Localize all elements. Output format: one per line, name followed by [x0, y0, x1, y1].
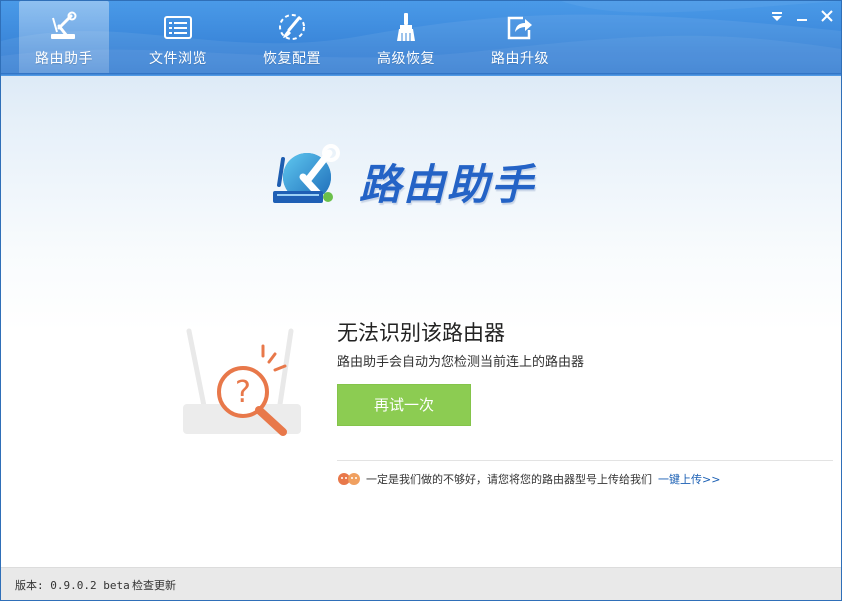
tab-router-upgrade[interactable]: 路由升级 — [475, 1, 565, 73]
tab-file-browse[interactable]: 文件浏览 — [133, 1, 223, 73]
sad-faces-icon — [338, 473, 360, 485]
router-search-illustration: ? — [183, 328, 301, 436]
tab-label: 路由助手 — [35, 51, 93, 67]
restore-brush-icon — [279, 14, 305, 40]
check-update-link[interactable]: 检查更新 — [132, 577, 176, 593]
minimize-icon[interactable] — [793, 7, 811, 25]
tab-label: 恢复配置 — [263, 51, 321, 67]
app-window: 路由助手 文件浏览 恢复配置 高级恢复 路由升级 路由助手 ? 无法识别该路由器… — [0, 0, 842, 601]
top-nav-bar: 路由助手 文件浏览 恢复配置 高级恢复 路由升级 — [1, 1, 841, 76]
error-title: 无法识别该路由器 — [337, 321, 505, 345]
tab-label: 文件浏览 — [149, 51, 207, 67]
feedback-text: 一定是我们做的不够好，请您将您的路由器型号上传给我们 — [366, 473, 652, 486]
advanced-brush-icon — [397, 13, 415, 41]
tab-label: 高级恢复 — [377, 51, 435, 67]
svg-text:?: ? — [235, 375, 251, 410]
status-bar: 版本: 0.9.0.2 beta 检查更新 — [1, 567, 841, 600]
tab-router-assistant[interactable]: 路由助手 — [19, 1, 109, 73]
header-bottom-border — [1, 73, 841, 76]
one-click-upload-link[interactable]: 一键上传>> — [658, 471, 720, 487]
logo-title: 路由助手 — [359, 160, 536, 209]
share-arrow-icon — [507, 16, 532, 40]
logo-router-icon — [273, 144, 340, 203]
divider — [337, 460, 833, 461]
retry-button[interactable]: 再试一次 — [337, 384, 471, 426]
tab-restore-config[interactable]: 恢复配置 — [247, 1, 337, 73]
tab-label: 路由升级 — [491, 51, 549, 67]
close-icon[interactable] — [818, 7, 836, 25]
feedback-bar: 一定是我们做的不够好，请您将您的路由器型号上传给我们 一键上传>> — [337, 471, 720, 487]
router-wrench-icon — [51, 11, 77, 39]
error-subtitle: 路由助手会自动为您检测当前连上的路由器 — [337, 355, 585, 370]
version-label: 版本: 0.9.0.2 beta — [15, 579, 130, 592]
file-list-icon — [164, 16, 192, 39]
tab-advanced-restore[interactable]: 高级恢复 — [361, 1, 451, 73]
app-logo: 路由助手 — [269, 141, 569, 216]
menu-dropdown-icon[interactable] — [768, 7, 786, 25]
